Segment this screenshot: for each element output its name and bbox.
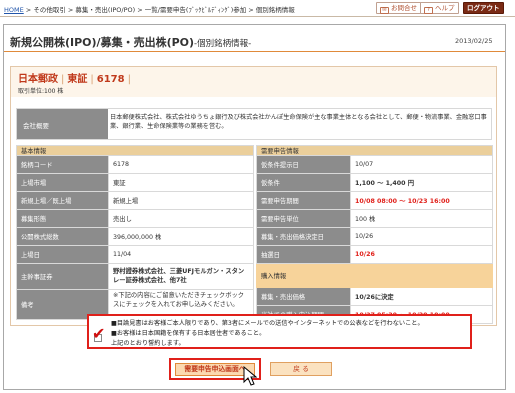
logout-button[interactable]: ログアウト: [463, 2, 504, 14]
table-row: 募集形態 売出し: [16, 209, 254, 228]
table-row: 上場市場 東証: [16, 173, 254, 192]
basic-info-header: 基本情報: [16, 145, 254, 156]
table-row: 公開株式総数 396,000,000 株: [16, 227, 254, 246]
breadcrumb-home-link[interactable]: HOME: [4, 6, 24, 14]
row-value: 10/08 08:00 〜 10/23 16:00: [350, 191, 493, 210]
row-value: 10/26に決定: [350, 287, 493, 306]
row-value: 10/26: [350, 227, 493, 246]
row-value: 新規上場: [108, 191, 254, 210]
separator: |: [90, 74, 94, 85]
help-button[interactable]: ? ヘルプ: [420, 2, 459, 14]
company-overview-label: 会社概要: [17, 109, 108, 139]
agreement-line-1: ■目論見書はお客様ご本人限りであり、第3者にメールでの送信やインターネットでの公…: [111, 320, 424, 327]
row-label: 仮条件提示日: [256, 155, 351, 174]
row-value: 野村證券株式会社、三菱UFJモルガン・スタンレー証券株式会社、他7社: [108, 263, 254, 290]
table-row: 抽選日 10/26: [256, 245, 493, 264]
row-label: 上場日: [16, 245, 109, 264]
table-row: 上場日 11/04: [16, 245, 254, 264]
page-date: 2013/02/25: [455, 37, 493, 45]
company-overview-text: 日本郵便株式会社、株式会社ゆうちょ銀行及び株式会社かんぽ生命保険が主な事業主体と…: [110, 114, 487, 130]
stock-market: 東証: [67, 74, 88, 85]
trading-unit: 取引単位:100 株: [18, 88, 64, 95]
separator: |: [61, 74, 65, 85]
separator: |: [127, 74, 131, 85]
agreement-line-2: ■お客様は日本国籍を保有する日本居住者であること。: [111, 330, 266, 337]
row-label: 銘柄コード: [16, 155, 109, 174]
page-title-main: 新規公開株(IPO)/募集・売出株(PO): [10, 36, 195, 49]
stock-name: 日本郵政: [18, 74, 58, 85]
row-value: 売出し: [108, 209, 254, 228]
table-row: 募集・売出価格決定日 10/26: [256, 227, 493, 246]
row-value: 10/26: [350, 245, 493, 264]
purchase-info-header: 購入情報: [256, 263, 493, 288]
agreement-line-3: 上記のとおり誓約します。: [111, 340, 185, 347]
table-row: 募集・売出価格 10/26に決定: [256, 287, 493, 306]
checkmark-icon: ✔: [92, 324, 106, 343]
row-label: 抽選日: [256, 245, 351, 264]
row-label: 上場市場: [16, 173, 109, 192]
row-value: 6178: [108, 155, 254, 174]
page-title: 新規公開株(IPO)/募集・売出株(PO)-個別銘柄情報-: [10, 34, 251, 50]
top-bar: HOME > その他取引 > 募集・売出(IPO/PO) > 一覧/需要申告(ﾌ…: [0, 0, 515, 17]
row-label: 主幹事証券: [16, 263, 109, 290]
row-value: 10/07: [350, 155, 493, 174]
row-value: 100 株: [350, 209, 493, 228]
question-icon: ?: [424, 7, 433, 14]
row-label: 募集・売出価格: [256, 287, 351, 306]
row-label: 仮条件: [256, 173, 351, 192]
demand-info-table: 需要申告情報 仮条件提示日 10/07 仮条件 1,100 〜 1,400 円 需要…: [256, 145, 493, 324]
row-value: 東証: [108, 173, 254, 192]
company-overview: 会社概要 日本郵便株式会社、株式会社ゆうちょ銀行及び株式会社かんぽ生命保険が主な…: [16, 108, 492, 140]
title-divider: [4, 51, 505, 52]
table-row: 主幹事証券 野村證券株式会社、三菱UFJモルガン・スタンレー証券株式会社、他7社: [16, 263, 254, 290]
row-label: 新規上場／既上場: [16, 191, 109, 210]
table-row: 仮条件 1,100 〜 1,400 円: [256, 173, 493, 192]
breadcrumb: HOME > その他取引 > 募集・売出(IPO/PO) > 一覧/需要申告(ﾌ…: [4, 4, 295, 14]
back-button[interactable]: 戻 る: [270, 362, 332, 376]
row-value: 396,000,000 株: [108, 227, 254, 246]
table-row: 需要申告期間 10/08 08:00 〜 10/23 16:00: [256, 191, 493, 210]
row-label: 公開株式総数: [16, 227, 109, 246]
breadcrumb-path: > その他取引 > 募集・売出(IPO/PO) > 一覧/需要申告(ﾌﾞｯｸﾋﾞ…: [23, 6, 295, 14]
inquiry-button-label: お問合せ: [391, 4, 417, 12]
row-label: 需要申告期間: [256, 191, 351, 210]
page-subtitle: -個別銘柄情報-: [194, 39, 252, 49]
basic-info-table: 基本情報 銘柄コード 6178 上場市場 東証 新規上場／既上場 新規上場 募集形態売…: [16, 145, 254, 320]
row-value: 1,100 〜 1,400 円: [350, 173, 493, 192]
stock-code: 6178: [96, 74, 125, 85]
agreement-box: ✔ ■目論見書はお客様ご本人限りであり、第3者にメールでの送信やインターネットで…: [87, 314, 472, 349]
cursor-icon: [243, 366, 257, 386]
row-label: 需要申告単位: [256, 209, 351, 228]
demand-info-header: 需要申告情報: [256, 145, 493, 156]
table-row: 銘柄コード 6178: [16, 155, 254, 174]
row-value: 11/04: [108, 245, 254, 264]
help-button-label: ヘルプ: [435, 4, 455, 12]
row-label: 募集形態: [16, 209, 109, 228]
table-row: 新規上場／既上場 新規上場: [16, 191, 254, 210]
stock-name-line: 日本郵政 | 東証 | 6178 |: [18, 70, 134, 85]
table-row: 仮条件提示日 10/07: [256, 155, 493, 174]
table-row: 需要申告単位 100 株: [256, 209, 493, 228]
mail-icon: ✉: [380, 7, 389, 14]
inquiry-button[interactable]: ✉ お問合せ: [376, 2, 421, 14]
row-label: 募集・売出価格決定日: [256, 227, 351, 246]
